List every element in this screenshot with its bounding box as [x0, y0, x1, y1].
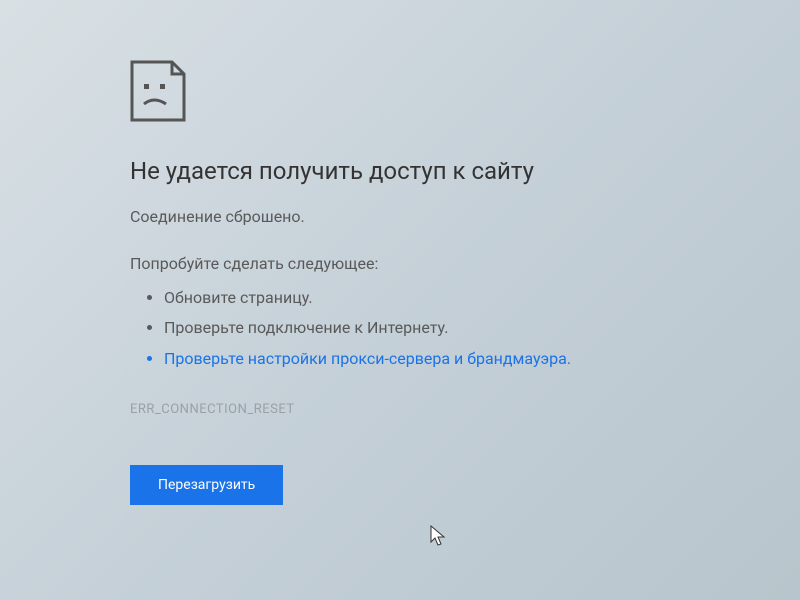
mouse-cursor-icon: [430, 525, 448, 549]
suggestion-item: Проверьте подключение к Интернету.: [164, 313, 800, 343]
error-title: Не удается получить доступ к сайту: [130, 157, 800, 185]
error-code: ERR_CONNECTION_RESET: [130, 402, 800, 417]
suggestion-link[interactable]: Проверьте настройки прокси-сервера и бра…: [164, 344, 800, 374]
suggestions-header: Попробуйте сделать следующее:: [130, 254, 800, 273]
sad-page-icon: [130, 60, 186, 122]
suggestion-item: Обновите страницу.: [164, 283, 800, 313]
suggestions-list: Обновите страницу. Проверьте подключение…: [130, 283, 800, 374]
error-subtitle: Соединение сброшено.: [130, 207, 800, 226]
reload-button[interactable]: Перезагрузить: [130, 465, 283, 505]
